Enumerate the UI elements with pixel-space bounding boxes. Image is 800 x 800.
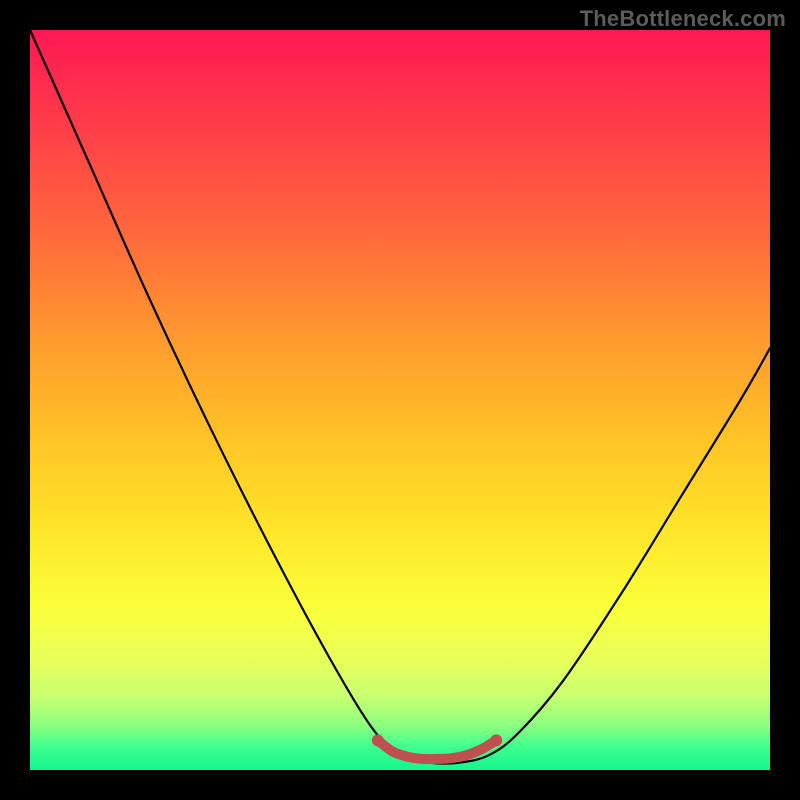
- red-endpoint-left: [372, 734, 384, 746]
- curve-black: [30, 30, 770, 764]
- curve-layer: [30, 30, 770, 770]
- red-endpoint-right: [490, 734, 502, 746]
- plot-area: [30, 30, 770, 770]
- watermark-text: TheBottleneck.com: [580, 6, 786, 32]
- curve-red: [378, 740, 496, 759]
- chart-frame: TheBottleneck.com: [0, 0, 800, 800]
